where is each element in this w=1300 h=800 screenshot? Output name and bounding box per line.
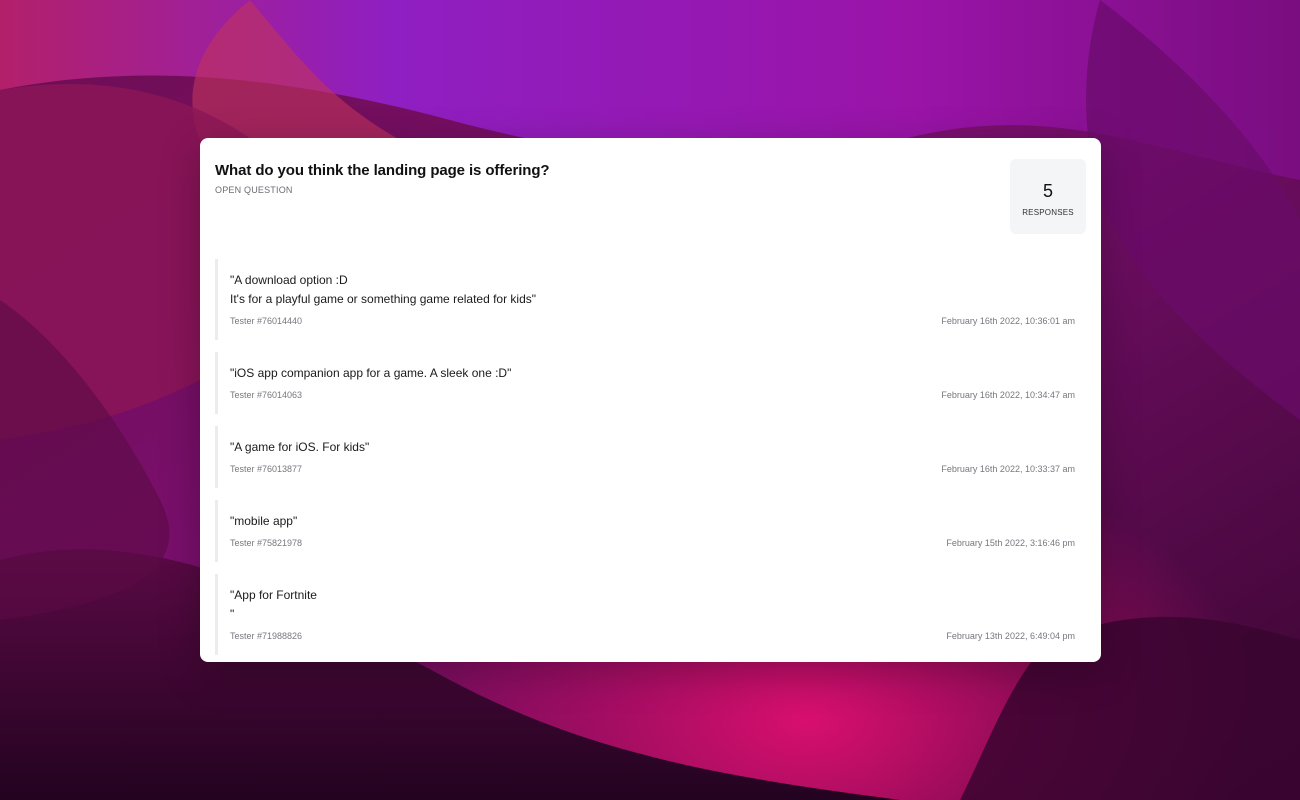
response-date: February 16th 2022, 10:34:47 am xyxy=(941,390,1075,400)
response-text: "A game for iOS. For kids" xyxy=(230,440,370,454)
response-meta: Tester #76014440 February 16th 2022, 10:… xyxy=(230,316,1075,340)
response-count-label: RESPONSES xyxy=(1022,208,1074,217)
response-item: "mobile app" Tester #75821978 February 1… xyxy=(215,500,1075,562)
response-item: "A download option :D It's for a playful… xyxy=(215,259,1075,340)
question-type-label: OPEN QUESTION xyxy=(215,185,293,195)
response-item: "App for Fortnite " Tester #71988826 Feb… xyxy=(215,574,1075,655)
response-item: "iOS app companion app for a game. A sle… xyxy=(215,352,1075,414)
response-count: 5 xyxy=(1042,181,1053,201)
response-meta: Tester #71988826 February 13th 2022, 6:4… xyxy=(230,631,1075,655)
response-text: "A download option :D It's for a playful… xyxy=(230,273,537,306)
response-text: "iOS app companion app for a game. A sle… xyxy=(230,366,512,380)
card-header: What do you think the landing page is of… xyxy=(215,162,915,195)
question-results-card: What do you think the landing page is of… xyxy=(200,138,1101,662)
response-item: "A game for iOS. For kids" Tester #76013… xyxy=(215,426,1075,488)
tester-id: Tester #76013877 xyxy=(230,464,303,474)
response-date: February 13th 2022, 6:49:04 pm xyxy=(946,631,1075,641)
response-date: February 16th 2022, 10:36:01 am xyxy=(941,316,1075,326)
response-date: February 16th 2022, 10:33:37 am xyxy=(941,464,1075,474)
question-title: What do you think the landing page is of… xyxy=(215,162,550,179)
tester-id: Tester #76014440 xyxy=(230,316,303,326)
tester-id: Tester #71988826 xyxy=(230,631,303,641)
tester-id: Tester #75821978 xyxy=(230,538,303,548)
tester-id: Tester #76014063 xyxy=(230,390,303,400)
response-date: February 15th 2022, 3:16:46 pm xyxy=(946,538,1075,548)
response-text: "App for Fortnite " xyxy=(230,588,317,621)
response-meta: Tester #75821978 February 15th 2022, 3:1… xyxy=(230,538,1075,562)
response-meta: Tester #76014063 February 16th 2022, 10:… xyxy=(230,390,1075,414)
response-count-box: 5 RESPONSES xyxy=(1010,159,1086,234)
response-text: "mobile app" xyxy=(230,514,298,528)
response-meta: Tester #76013877 February 16th 2022, 10:… xyxy=(230,464,1075,488)
response-list: "A download option :D It's for a playful… xyxy=(215,259,1075,662)
